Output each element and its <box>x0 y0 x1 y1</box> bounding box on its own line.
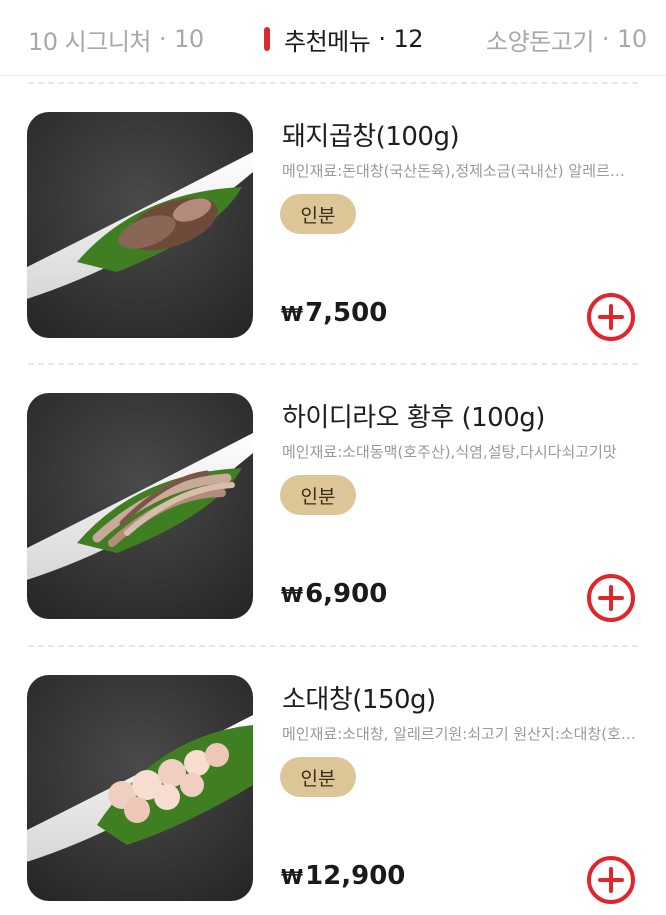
serving-badge: 인분 <box>280 194 356 234</box>
menu-item-photo[interactable] <box>27 393 253 619</box>
tab-separator: · <box>378 25 386 53</box>
item-divider <box>28 82 638 84</box>
menu-item-name: 하이디라오 황후 (100g) <box>282 403 545 433</box>
tab-signature[interactable]: 10 시그니처 · 10 <box>28 24 204 56</box>
tab-label: 소양돈고기 <box>486 27 594 56</box>
serving-badge: 인분 <box>280 757 356 797</box>
item-divider <box>28 363 638 365</box>
menu-item[interactable]: 소대창(150g) 메인재료:소대창, 알레르기원:쇠고기 원산지:소대창(호주… <box>0 675 666 905</box>
food-photo-pork-intestine <box>27 112 253 338</box>
serving-badge: 인분 <box>280 475 356 515</box>
tab-label: 10 시그니처 <box>28 27 152 56</box>
item-divider <box>28 645 638 647</box>
tab-korean-pork[interactable]: 소양돈고기 · 10 <box>486 24 647 56</box>
menu-item-name: 소대창(150g) <box>282 685 436 715</box>
menu-item-name: 돼지곱창(100g) <box>282 122 460 152</box>
food-photo-beef-aorta <box>27 393 253 619</box>
menu-item-price: ₩6,900 <box>281 579 387 609</box>
category-tab-bar: 10 시그니처 · 10 추천메뉴 · 12 소양돈고기 · 10 <box>0 0 666 76</box>
tab-separator: · <box>601 25 610 53</box>
currency-symbol: ₩ <box>281 302 304 326</box>
menu-item[interactable]: 하이디라오 황후 (100g) 메인재료:소대동맥(호주산),식염,설탕,다시다… <box>0 393 666 623</box>
menu-item-photo[interactable] <box>27 675 253 901</box>
tab-separator: · <box>159 25 167 53</box>
menu-item-photo[interactable] <box>27 112 253 338</box>
plus-circle-icon <box>587 856 635 904</box>
food-photo-beef-intestine <box>27 675 253 901</box>
plus-circle-icon <box>587 293 635 341</box>
price-value: 12,900 <box>305 861 406 891</box>
menu-item-price: ₩7,500 <box>281 298 387 328</box>
add-to-cart-button[interactable] <box>586 292 636 342</box>
currency-symbol: ₩ <box>281 583 304 607</box>
plus-circle-icon <box>587 574 635 622</box>
price-value: 6,900 <box>305 579 388 609</box>
tab-count: 12 <box>393 25 424 53</box>
tab-count: 10 <box>174 25 204 53</box>
add-to-cart-button[interactable] <box>586 855 636 905</box>
menu-item-description: 메인재료:돈대창(국산돈육),정제소금(국내산) 알레르기원:돼지고기 <box>282 162 636 180</box>
add-to-cart-button[interactable] <box>586 573 636 623</box>
price-value: 7,500 <box>305 298 388 328</box>
currency-symbol: ₩ <box>281 865 304 889</box>
menu-item[interactable]: 돼지곱창(100g) 메인재료:돈대창(국산돈육),정제소금(국내산) 알레르기… <box>0 112 666 342</box>
tab-count: 10 <box>617 25 647 53</box>
menu-item-description: 메인재료:소대창, 알레르기원:쇠고기 원산지:소대창(호주산) <box>282 725 636 743</box>
menu-item-price: ₩12,900 <box>281 861 405 891</box>
tab-label: 추천메뉴 <box>284 27 371 56</box>
menu-item-description: 메인재료:소대동맥(호주산),식염,설탕,다시다쇠고기맛 <box>282 443 617 461</box>
tab-recommended[interactable]: 추천메뉴 · 12 <box>264 24 424 56</box>
active-tab-marker <box>264 27 270 51</box>
